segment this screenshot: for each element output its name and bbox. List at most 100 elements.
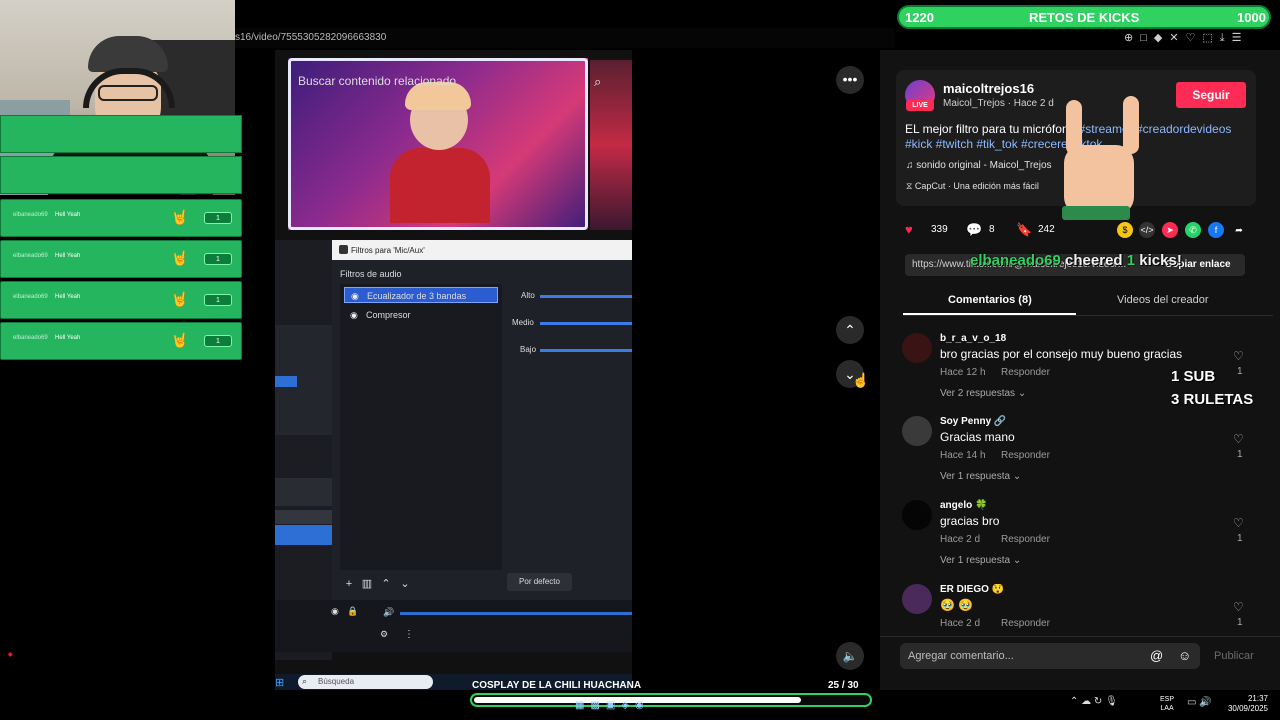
add-icon[interactable]: + (341, 576, 357, 592)
comment-username[interactable]: b_r_a_v_o_18 (940, 333, 1006, 344)
tab-comments[interactable]: Comentarios (8) (948, 294, 1032, 306)
related-search-overlay[interactable]: Buscar contenido relacionado (298, 74, 456, 88)
chevron-up-icon[interactable]: ⌃ (378, 576, 394, 592)
language-indicator[interactable]: ESP LAA (1160, 695, 1174, 713)
comment-avatar[interactable] (902, 416, 932, 446)
obs-dialog-title: Filtros para 'Mic/Aux' (351, 246, 425, 255)
whatsapp-icon[interactable]: ✆ (1185, 222, 1201, 238)
goal-progress-count: 25 / 30 (828, 680, 859, 691)
capcut-link[interactable]: ⧖ CapCut · Una edición más fácil (906, 181, 1039, 192)
comment-avatar[interactable] (902, 333, 932, 363)
rock-hand-finger (1123, 96, 1139, 154)
send-icon[interactable]: ➤ (1162, 222, 1178, 238)
reply-button[interactable]: Responder (1001, 618, 1050, 629)
volume-button[interactable]: 🔈 (836, 642, 864, 670)
system-tray[interactable]: ⌃ ☁ ↻ 🎙 (1070, 696, 1118, 707)
comment-like-count: 1 (1237, 366, 1243, 377)
hashtags[interactable]: #streamer #creadordevideos (1079, 122, 1232, 136)
post-stats: ♥ 339 💬 8 🔖 242 $ </> ➤ ✆ f ➦ (905, 222, 1255, 238)
volume-slider[interactable] (400, 612, 632, 615)
follow-button[interactable]: Seguir (1176, 82, 1246, 108)
coin-icon[interactable]: $ (1117, 222, 1133, 238)
rock-hand-icon: 🤘 (171, 291, 189, 307)
comment-username[interactable]: angelo 🍀 (940, 500, 987, 511)
taskbar-app-icons[interactable]: ▦▩▣◈◉ (575, 700, 650, 711)
system-clock[interactable]: 21:37 30/09/2025 (1218, 694, 1268, 714)
bookmark-icon[interactable]: 🔖 (1016, 222, 1032, 238)
obs-filter-label: Ecualizador de 3 bandas (367, 291, 467, 301)
live-badge: LIVE (906, 100, 934, 111)
capcut-label: CapCut · Una edición más fácil (914, 181, 1039, 191)
cheer-user: elbaneado69 (970, 252, 1061, 269)
eye-icon[interactable]: ◉ (351, 288, 359, 304)
comment-avatar[interactable] (902, 584, 932, 614)
view-replies-button[interactable]: Ver 1 respuesta ⌄ (940, 471, 1021, 482)
tab-creator-videos[interactable]: Videos del creador (1117, 294, 1209, 306)
more-options-button[interactable]: ••• (836, 66, 864, 94)
comment-icon[interactable]: 💬 (966, 222, 982, 238)
chevron-down-icon: ⌄ (1017, 388, 1027, 399)
alert-item: elbaneado69 Hell Yeah 🤘 1 (0, 240, 242, 278)
reply-button[interactable]: Responder (1001, 450, 1050, 461)
trash-icon[interactable]: ▥ (359, 576, 375, 592)
eye-icon[interactable]: ◉ (350, 307, 358, 323)
comment-count: 8 (989, 224, 995, 235)
lock-icon[interactable]: 🔒 (347, 606, 358, 617)
like-icon[interactable]: ♥ (905, 222, 913, 237)
view-replies-button[interactable]: Ver 1 respuesta ⌄ (940, 555, 1021, 566)
heart-icon[interactable]: ♡ (1233, 432, 1244, 446)
comment-username[interactable]: ER DIEGO 😲 (940, 584, 1004, 595)
streamer-glasses (98, 85, 158, 101)
comment-time: Hace 12 h (940, 367, 986, 378)
network-volume-icons[interactable]: ▭ 🔊 (1187, 697, 1212, 708)
view-replies-button[interactable]: Ver 2 respuestas ⌄ (940, 388, 1026, 399)
alert-message: Hell Yeah (55, 212, 81, 218)
post-button[interactable]: Publicar (1214, 650, 1254, 662)
comment-avatar[interactable] (902, 500, 932, 530)
gear-icon[interactable]: ⚙ (380, 629, 388, 640)
eq-slider[interactable] (540, 295, 632, 298)
comment-time: Hace 14 h (940, 450, 986, 461)
share-icon[interactable]: ➦ (1231, 222, 1247, 238)
browser-toolbar-icons[interactable]: ⊕□◆✕♡⬚⤓☰ (1124, 31, 1249, 45)
goal-end: 1000 (1237, 10, 1266, 25)
clock-date: 30/09/2025 (1227, 704, 1268, 713)
tab-active-indicator (903, 313, 1076, 315)
tab-divider (903, 315, 1273, 316)
search-icon[interactable]: ⌕ (594, 74, 601, 90)
heart-icon[interactable]: ♡ (1233, 600, 1244, 614)
comment-item: ER DIEGO 😲 🥹 🥹 Hace 2 d Responder ♡ 1 (902, 584, 1252, 630)
author-username[interactable]: maicoltrejos16 (943, 81, 1034, 96)
obs-filter-item[interactable]: ◉ Ecualizador de 3 bandas (344, 287, 498, 303)
heart-icon[interactable]: ♡ (1233, 516, 1244, 530)
heart-icon[interactable]: ♡ (1233, 349, 1244, 363)
reply-button[interactable]: Responder (1001, 367, 1050, 378)
reset-button[interactable]: Por defecto (507, 573, 572, 591)
comment-item: angelo 🍀 gracias bro Hace 2 d Responder … (902, 500, 1252, 580)
view-replies-label: Ver 1 respuesta (940, 471, 1011, 482)
sound-link[interactable]: ♫ sonido original - Maicol_Trejos (906, 160, 1052, 171)
obs-filter-item[interactable]: ◉ Compresor (344, 307, 498, 323)
rock-hand-icon: 🤘 (171, 250, 189, 266)
comment-input-placeholder: Agregar comentario... (908, 650, 1014, 662)
eq-slider[interactable] (540, 322, 632, 325)
alert-message: Hell Yeah (55, 294, 81, 300)
comment-text: gracias bro (940, 514, 1000, 528)
cheer-overlay: elbaneado69 cheered 1 kicks! (970, 252, 1182, 269)
facebook-icon[interactable]: f (1208, 222, 1224, 238)
emoji-icon[interactable]: ☺ (1178, 648, 1191, 663)
mention-icon[interactable]: @ (1150, 648, 1163, 663)
volume-icon[interactable]: 🔊 (383, 607, 394, 618)
comment-username[interactable]: Soy Penny 🔗 (940, 416, 1006, 427)
previous-video-button[interactable]: ⌃ (836, 316, 864, 344)
embed-icon[interactable]: </> (1139, 222, 1155, 238)
obs-sidebar (275, 240, 332, 660)
eq-slider[interactable] (540, 349, 632, 352)
eye-icon[interactable]: ◉ (331, 606, 339, 617)
view-replies-label: Ver 1 respuesta (940, 555, 1011, 566)
more-vertical-icon[interactable]: ⋮ (404, 629, 414, 640)
obs-filter-list (340, 284, 502, 570)
alert-badge: 1 (204, 294, 232, 306)
chevron-down-icon[interactable]: ⌄ (397, 576, 413, 592)
reply-button[interactable]: Responder (1001, 534, 1050, 545)
